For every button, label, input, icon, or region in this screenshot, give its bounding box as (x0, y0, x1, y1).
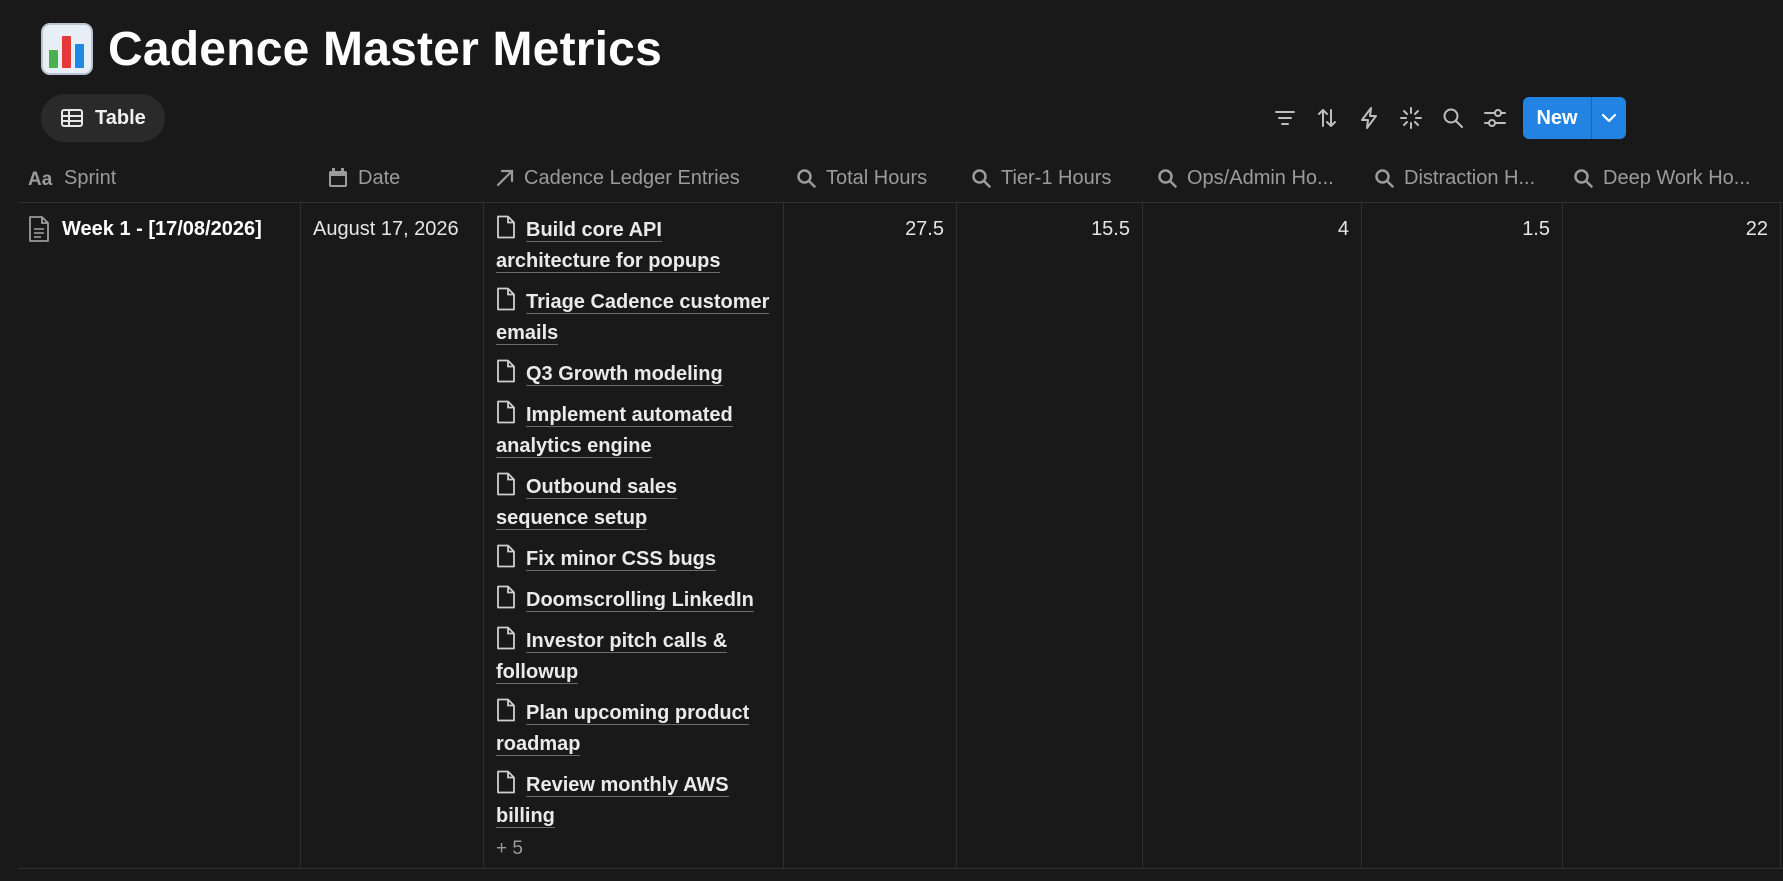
deep-work-hours-value: 22 (1745, 218, 1768, 240)
ledger-entry-link[interactable]: Implement automated analytics engine (496, 400, 771, 462)
table-header-row: Aa Sprint Date Cadence Ledger Entries To… (18, 154, 1783, 203)
filter-icon[interactable] (1270, 104, 1299, 133)
sprint-name[interactable]: Week 1 - [17/08/2026] (62, 215, 262, 243)
chevron-down-icon (1601, 113, 1617, 123)
relation-arrow-icon (496, 169, 514, 187)
cell-date[interactable]: August 17, 2026 (301, 203, 484, 868)
table-row[interactable]: Week 1 - [17/08/2026] August 17, 2026 Bu… (18, 203, 1783, 869)
ledger-entry-link[interactable]: Q3 Growth modeling (496, 359, 771, 390)
ledger-entry-title: Fix minor CSS bugs (526, 548, 717, 571)
column-header-sprint[interactable]: Aa Sprint (18, 154, 301, 202)
ledger-entry-link[interactable]: Doomscrolling LinkedIn (496, 585, 771, 616)
column-header-label: Tier-1 Hours (1001, 166, 1112, 189)
ledger-entry-title: Build core API architecture for popups (496, 219, 721, 273)
column-header-date[interactable]: Date (301, 154, 484, 202)
page-document-icon (29, 216, 49, 242)
title-aa-icon: Aa (28, 169, 53, 187)
svg-text:Aa: Aa (28, 169, 53, 187)
ledger-entry-title: Plan upcoming product roadmap (496, 702, 750, 756)
rollup-search-icon (797, 169, 816, 188)
page-document-icon (497, 626, 515, 650)
ledger-entry-title: Review monthly AWS billing (496, 774, 729, 828)
automation-sparkle-icon[interactable] (1396, 104, 1425, 133)
database-page: Cadence Master Metrics Table New Aa Spri… (0, 0, 1783, 881)
ledger-entry-title: Implement automated analytics engine (496, 404, 733, 458)
ledger-entry-link[interactable]: Build core API architecture for popups (496, 215, 771, 277)
page-document-icon (497, 359, 515, 383)
cell-total-hours[interactable]: 27.5 (784, 203, 957, 868)
ledger-entry-title: Outbound sales sequence setup (496, 476, 678, 530)
database-table: Aa Sprint Date Cadence Ledger Entries To… (18, 154, 1783, 869)
new-button-group: New (1523, 97, 1626, 139)
toolbar-icons (1270, 103, 1509, 133)
distraction-hours-value: 1.5 (1522, 218, 1550, 240)
column-header-label: Sprint (64, 166, 117, 189)
page-document-icon (497, 472, 515, 496)
page-document-icon (497, 585, 515, 609)
column-header-deep-work-hours[interactable]: Deep Work Ho... (1563, 154, 1781, 202)
ledger-entry-link[interactable]: Outbound sales sequence setup (496, 472, 771, 534)
column-header-label: Total Hours (826, 166, 928, 189)
title-row: Cadence Master Metrics (40, 18, 662, 80)
view-tab-label: Table (95, 106, 146, 129)
rollup-search-icon (972, 169, 991, 188)
cell-deep-work-hours[interactable]: 22 (1563, 203, 1781, 868)
ledger-entry-link[interactable]: Triage Cadence customer emails (496, 287, 771, 349)
date-value: August 17, 2026 (313, 218, 459, 240)
column-header-label: Cadence Ledger Entries (524, 166, 740, 189)
column-header-label: Deep Work Ho... (1603, 166, 1751, 189)
column-header-total-hours[interactable]: Total Hours (784, 154, 957, 202)
tier1-hours-value: 15.5 (1091, 218, 1130, 240)
calendar-icon (329, 168, 347, 187)
ops-admin-hours-value: 4 (1337, 218, 1349, 240)
page-document-icon (497, 287, 515, 311)
cell-distraction-hours[interactable]: 1.5 (1362, 203, 1563, 868)
page-document-icon (497, 544, 515, 568)
ledger-entry-link[interactable]: Review monthly AWS billing (496, 770, 771, 832)
bar-chart-emoji-icon[interactable] (40, 22, 94, 76)
table-icon (61, 109, 83, 127)
lightning-icon[interactable] (1354, 104, 1383, 133)
column-header-label: Date (358, 166, 401, 189)
column-header-label: Distraction H... (1404, 166, 1536, 189)
page-document-icon (497, 770, 515, 794)
page-document-icon (497, 215, 515, 239)
ledger-entry-link[interactable]: Fix minor CSS bugs (496, 544, 771, 575)
cell-cadence-ledger-entries[interactable]: Build core API architecture for popups Tr… (484, 203, 784, 868)
rollup-search-icon (1574, 169, 1593, 188)
ledger-more-count[interactable]: + 5 (496, 838, 771, 860)
ledger-entry-title: Q3 Growth modeling (526, 363, 723, 386)
search-icon[interactable] (1438, 104, 1467, 133)
ledger-entry-title: Investor pitch calls & followup (496, 630, 728, 684)
page-title[interactable]: Cadence Master Metrics (108, 22, 662, 77)
column-header-label: Ops/Admin Ho... (1187, 166, 1334, 189)
rollup-search-icon (1158, 169, 1177, 188)
view-tab-table[interactable]: Table (41, 94, 165, 142)
column-header-cadence-ledger-entries[interactable]: Cadence Ledger Entries (484, 154, 784, 202)
page-document-icon (497, 400, 515, 424)
cell-sprint[interactable]: Week 1 - [17/08/2026] (18, 203, 301, 868)
total-hours-value: 27.5 (905, 218, 944, 240)
ledger-entry-title: Doomscrolling LinkedIn (526, 589, 754, 612)
cell-tier1-hours[interactable]: 15.5 (957, 203, 1143, 868)
new-dropdown-button[interactable] (1592, 97, 1626, 139)
ledger-entry-link[interactable]: Plan upcoming product roadmap (496, 698, 771, 760)
column-header-distraction-hours[interactable]: Distraction H... (1362, 154, 1563, 202)
ledger-entry-link[interactable]: Investor pitch calls & followup (496, 626, 771, 688)
rollup-search-icon (1375, 169, 1394, 188)
settings-sliders-icon[interactable] (1480, 104, 1509, 133)
ledger-entry-list: Build core API architecture for popups Tr… (484, 203, 783, 860)
new-button[interactable]: New (1523, 97, 1591, 139)
ledger-entry-title: Triage Cadence customer emails (496, 291, 770, 345)
page-document-icon (497, 698, 515, 722)
column-header-ops-admin-hours[interactable]: Ops/Admin Ho... (1143, 154, 1362, 202)
sort-icon[interactable] (1312, 104, 1341, 133)
column-header-tier1-hours[interactable]: Tier-1 Hours (957, 154, 1143, 202)
cell-ops-admin-hours[interactable]: 4 (1143, 203, 1362, 868)
